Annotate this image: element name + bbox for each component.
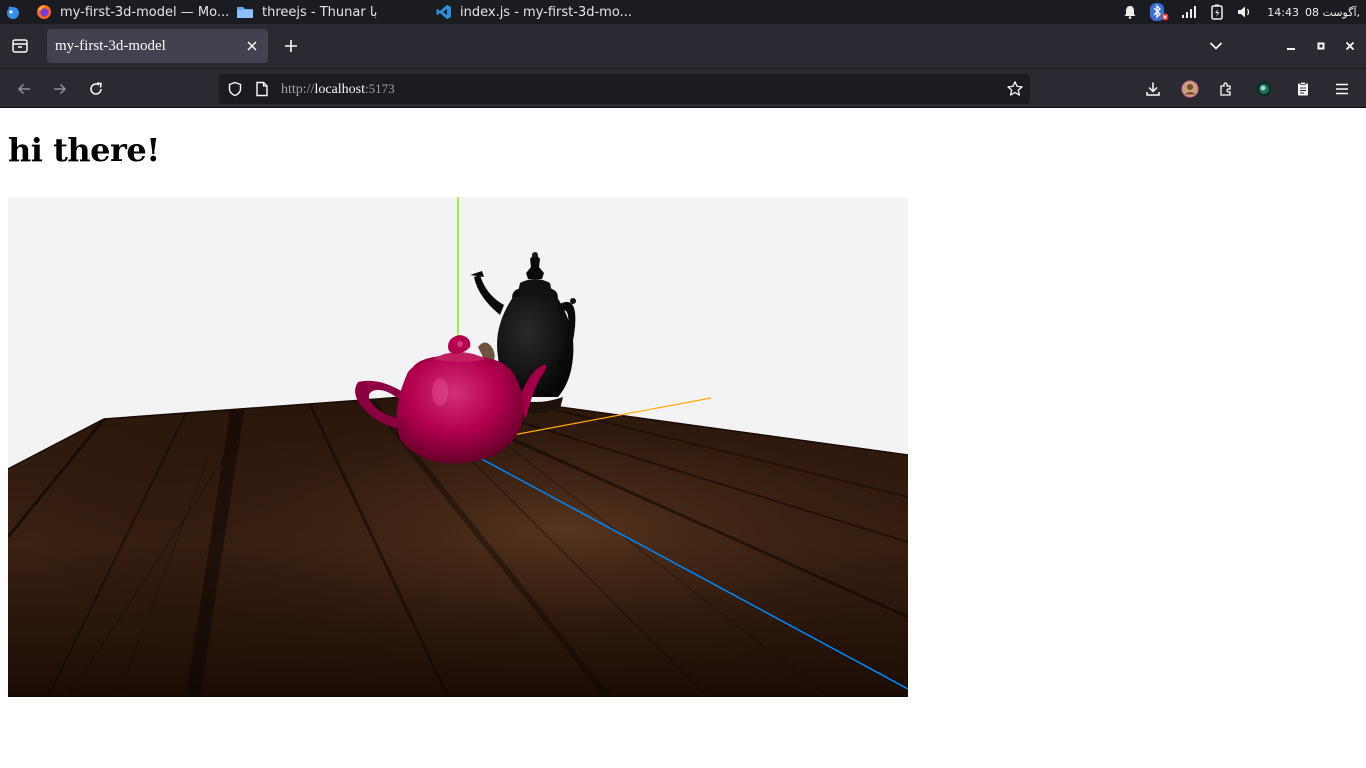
url-host: localhost [314,82,365,97]
app-menu-button[interactable] [4,0,22,24]
firefox-icon [36,4,52,20]
taskbar-item-firefox[interactable]: my-first-3d-model — Mo... [36,0,229,24]
firefox-view-icon [12,39,28,53]
tab-active[interactable]: my-first-3d-model [47,29,268,63]
volume-icon[interactable] [1237,5,1253,19]
url-port: :5173 [365,81,395,96]
os-taskbar: my-first-3d-model — Mo... threejs - Thun… [0,0,1366,24]
tab-title: my-first-3d-model [55,37,166,54]
extensions-button[interactable] [1213,76,1239,102]
taskbar-item-label: my-first-3d-model — Mo... [60,4,230,20]
page-info-icon[interactable] [254,81,270,97]
app-menu-hamburger-button[interactable] [1329,76,1355,102]
close-icon [247,41,257,51]
download-icon [1146,82,1160,96]
puzzle-piece-icon [1220,82,1231,96]
arrow-right-icon [54,83,67,95]
folder-icon [236,4,254,20]
arrow-left-icon [17,83,30,95]
notification-bell-icon[interactable] [1123,5,1137,19]
date[interactable]: 08 آگوست, [1305,6,1360,19]
tab-close-button[interactable] [244,38,260,54]
downloads-button[interactable] [1140,76,1166,102]
reader-clipboard-button[interactable] [1290,76,1316,102]
taskbar-item-vscode[interactable]: index.js - my-first-3d-mo... [436,0,632,24]
bluetooth-icon[interactable] [1149,2,1169,22]
account-button[interactable] [1177,76,1203,102]
clipboard-icon [1298,81,1308,96]
clock[interactable]: 14:43 [1267,6,1299,19]
system-tray: 14:43 08 آگوست, [1117,0,1366,24]
navigation-toolbar: http://localhost:5173 [0,68,1366,108]
bookmark-star-button[interactable] [1006,80,1024,98]
vscode-icon [436,4,452,20]
url-text[interactable]: http://localhost:5173 [281,74,395,104]
taskbar-item-label: index.js - my-first-3d-mo... [460,4,632,20]
tracking-protection-shield-icon[interactable] [227,81,243,97]
page-heading: hi there! [8,131,160,169]
close-window-button[interactable] [1338,34,1362,58]
threejs-canvas[interactable] [8,197,908,697]
network-signal-icon[interactable] [1181,5,1197,19]
xfce-mouse-icon [7,6,19,19]
reload-icon [90,82,102,95]
star-icon [1007,81,1023,96]
url-bar[interactable]: http://localhost:5173 [219,74,1030,104]
chevron-down-icon [1209,42,1223,50]
hamburger-menu-icon [1336,83,1348,95]
avatar-icon [1181,80,1199,98]
minimize-icon [1287,48,1295,50]
battery-icon[interactable] [1209,4,1225,20]
taskbar-item-thunar[interactable]: threejs - Thunar با [236,0,377,24]
globe-extension-icon [1256,81,1272,97]
browser-tab-strip: my-first-3d-model [0,24,1366,68]
new-tab-button[interactable] [279,34,303,58]
maximize-icon [1317,42,1325,50]
forward-button[interactable] [47,76,73,102]
3d-scene [8,197,908,697]
extension-globe-button[interactable] [1251,76,1277,102]
list-all-tabs-button[interactable] [1204,34,1228,58]
back-button[interactable] [11,76,37,102]
page-content: hi there! [0,109,1366,768]
close-icon [1345,41,1355,51]
taskbar-item-label: threejs - Thunar با [262,4,378,20]
maximize-button[interactable] [1309,34,1333,58]
plus-icon [285,40,297,52]
url-scheme: http:// [281,82,315,97]
minimize-button[interactable] [1279,34,1303,58]
firefox-view-button[interactable] [8,34,32,58]
reload-button[interactable] [83,76,109,102]
